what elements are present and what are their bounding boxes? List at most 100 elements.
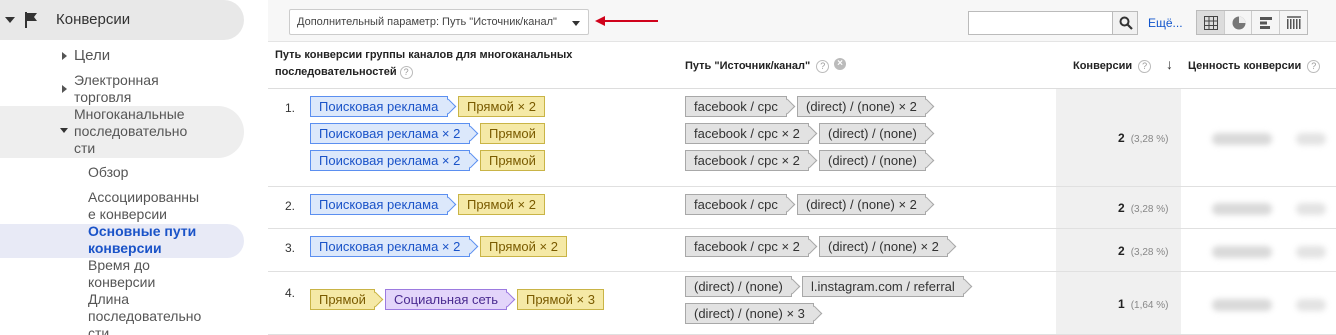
source-chip: (direct) / (none) × 3 (685, 303, 823, 324)
pie-view-button[interactable] (1225, 11, 1252, 34)
channel-chip: Прямой × 2 (458, 96, 545, 117)
search-button[interactable] (1113, 11, 1138, 35)
chip-arrow-icon (462, 238, 479, 255)
sidebar-item-path-length[interactable]: Длина последовательно сти (88, 291, 201, 335)
channel-chip: Прямой × 3 (517, 289, 604, 310)
source-chip: facebook / cpc × 2 (685, 123, 818, 144)
blurred-value (1212, 246, 1272, 258)
pie-chart-icon (1232, 16, 1245, 30)
blurred-value (1212, 299, 1272, 311)
source-chip: facebook / cpc × 2 (685, 150, 818, 171)
app-root: Конверсии Цели Электронная торговля Мног… (0, 0, 1336, 335)
sidebar-item-assisted-line2: е конверсии (88, 206, 167, 222)
channel-chip: Поисковая реклама (310, 96, 457, 117)
source-chip: facebook / cpc (685, 194, 796, 215)
row-number: 3. (285, 241, 296, 255)
sidebar-item-path-length-line3: сти (88, 325, 110, 335)
table-row[interactable]: 1. Поисковая реклама Прямой × 2 Поисковая р… (268, 89, 1336, 187)
chip-arrow-icon (918, 125, 935, 142)
sidebar-item-ecommerce[interactable]: Электронная торговля (74, 72, 159, 106)
source-chip: (direct) / (none) × 2 (797, 194, 935, 215)
blurred-value (1296, 203, 1326, 215)
comparison-view-button[interactable] (1280, 11, 1307, 34)
sidebar-item-top-paths[interactable]: Основные пути конверсии (88, 223, 196, 257)
blurred-value (1212, 133, 1272, 145)
sidebar: Конверсии Цели Электронная торговля Мног… (0, 0, 262, 335)
chip-arrow-icon (779, 98, 796, 115)
conversions-value: 2 (3,28 %) (1118, 244, 1168, 258)
chip-arrow-icon (462, 152, 479, 169)
sidebar-item-multichannel-line3: сти (74, 140, 96, 156)
conversions-count: 2 (1118, 131, 1125, 145)
channel-chip: Прямой (480, 150, 545, 171)
chip-arrow-icon (940, 238, 957, 255)
blurred-value (1296, 133, 1326, 145)
conversions-percent: (3,28 %) (1130, 134, 1169, 145)
header-conversion-path[interactable]: Путь конверсии группы каналов для многок… (275, 47, 572, 81)
channel-chip: Поисковая реклама (310, 194, 457, 215)
secondary-dimension-dropdown[interactable]: Дополнительный параметр: Путь "Источник/… (289, 9, 589, 35)
header-conversion-value-label: Ценность конверсии (1188, 60, 1302, 72)
sidebar-item-goals[interactable]: Цели (74, 47, 110, 64)
sidebar-item-time-lag[interactable]: Время до конверсии (88, 257, 155, 291)
chip-arrow-icon (918, 98, 935, 115)
table-view-button[interactable] (1197, 11, 1225, 34)
conversions-percent: (1,64 %) (1130, 300, 1169, 311)
bar-view-button[interactable] (1252, 11, 1280, 34)
more-link[interactable]: Ещё... (1148, 16, 1183, 30)
table-row[interactable]: 2. Поисковая реклама Прямой × 2 facebook / … (268, 187, 1336, 229)
conversions-count: 2 (1118, 244, 1125, 258)
help-icon[interactable]: ? (1307, 59, 1321, 73)
bar-chart-icon (1260, 17, 1272, 29)
sidebar-item-multichannel[interactable]: Многоканальные последовательно сти (74, 106, 187, 157)
source-chip: (direct) / (none) × 2 (797, 96, 935, 117)
chip-arrow-icon (918, 152, 935, 169)
blurred-value (1212, 203, 1272, 215)
table-row[interactable]: 4. Прямой Социальная сеть Прямой × 3 (direct… (268, 272, 1336, 335)
sidebar-item-assisted[interactable]: Ассоциированны е конверсии (88, 189, 199, 223)
channel-chip: Поисковая реклама × 2 (310, 236, 479, 257)
toolbar: Дополнительный параметр: Путь "Источник/… (268, 0, 1336, 42)
table-row[interactable]: 3. Поисковая реклама × 2 Прямой × 2 faceboo… (268, 229, 1336, 272)
chip-arrow-icon (367, 291, 384, 308)
help-icon[interactable]: ? (1138, 59, 1152, 73)
sidebar-item-multichannel-line1: Многоканальные (74, 106, 185, 122)
row-number: 1. (285, 101, 296, 115)
remove-dimension-icon[interactable]: × (834, 58, 846, 70)
conversions-value: 2 (3,28 %) (1118, 201, 1168, 215)
chip-arrow-icon (440, 98, 457, 115)
view-switcher (1196, 10, 1308, 35)
sidebar-section-conversions[interactable]: Конверсии (0, 0, 244, 40)
source-chip: (direct) / (none) × 2 (819, 236, 957, 257)
channel-chip: Поисковая реклама × 2 (310, 123, 479, 144)
source-chip: facebook / cpc (685, 96, 796, 117)
sidebar-item-top-paths-line1: Основные пути (88, 223, 197, 239)
source-chip: (direct) / (none) (819, 150, 935, 171)
sidebar-item-ecommerce-line1: Электронная (74, 72, 159, 88)
help-icon[interactable]: ? (399, 65, 413, 79)
sidebar-item-overview[interactable]: Обзор (88, 164, 128, 181)
header-source-path[interactable]: Путь "Источник/канал"? (685, 58, 830, 75)
header-conversion-value[interactable]: Ценность конверсии? (1188, 58, 1321, 75)
source-chip: facebook / cpc × 2 (685, 236, 818, 257)
red-arrow-icon (595, 16, 658, 26)
channel-chip: Прямой × 2 (458, 194, 545, 215)
source-chip: (direct) / (none) (685, 276, 801, 297)
main-panel: Дополнительный параметр: Путь "Источник/… (268, 0, 1336, 335)
chip-arrow-icon (956, 278, 973, 295)
flag-icon (25, 12, 37, 28)
header-conversions[interactable]: Конверсии? (1073, 58, 1152, 75)
search-input[interactable] (968, 11, 1113, 35)
chip-arrow-icon (440, 196, 457, 213)
table-view-icon (1204, 16, 1218, 30)
blurred-value (1296, 299, 1326, 311)
sidebar-item-multichannel-line2: последовательно (74, 123, 188, 139)
chip-arrow-icon (779, 196, 796, 213)
conversions-value: 2 (3,28 %) (1118, 131, 1168, 145)
help-icon[interactable]: ? (816, 59, 830, 73)
sidebar-item-path-length-line1: Длина (88, 291, 129, 307)
conversions-count: 2 (1118, 201, 1125, 215)
channel-chip: Прямой (480, 123, 545, 144)
sidebar-section-label: Конверсии (56, 11, 131, 28)
sort-descending-icon[interactable]: ↓ (1166, 56, 1173, 72)
